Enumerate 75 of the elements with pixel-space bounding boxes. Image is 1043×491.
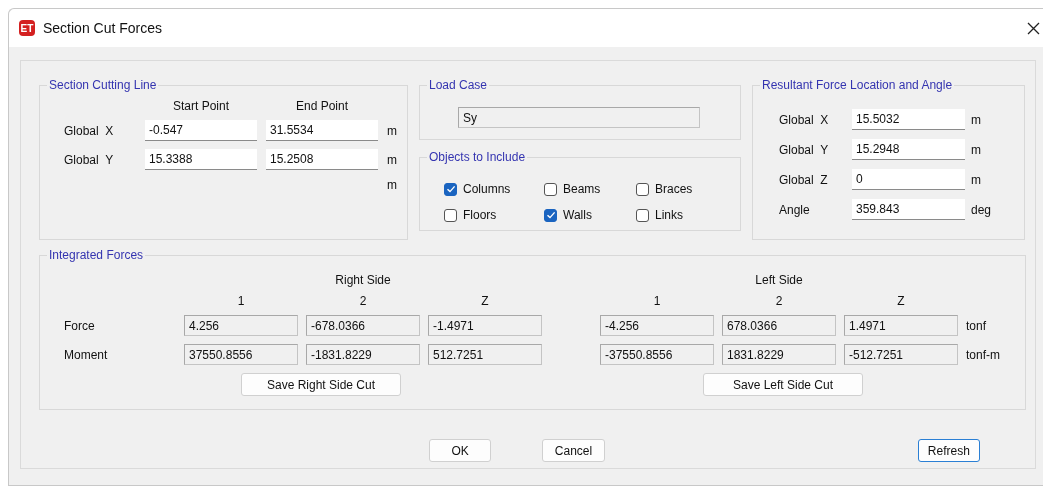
readonly-field[interactable]: 678.0366 xyxy=(722,315,836,336)
unit-label: m xyxy=(387,178,398,192)
readonly-field[interactable]: 1831.8229 xyxy=(722,344,836,365)
unit-label: tonf xyxy=(966,318,987,333)
row-label: Moment xyxy=(64,347,109,362)
close-icon[interactable] xyxy=(1027,21,1040,35)
checkbox[interactable] xyxy=(636,208,649,222)
unit-label: m xyxy=(971,172,982,187)
checkbox-label[interactable]: Floors xyxy=(463,208,497,222)
field-label: Global Y xyxy=(64,152,115,167)
column-header: 1 xyxy=(652,295,662,307)
field-label: Angle xyxy=(779,202,811,217)
group-title: Section Cutting Line xyxy=(47,78,159,92)
readonly-field[interactable]: -1.4971 xyxy=(428,315,542,336)
unit-label: m xyxy=(971,112,982,127)
column-header: Start Point xyxy=(172,100,230,112)
checkbox[interactable] xyxy=(636,182,649,196)
checkbox[interactable] xyxy=(444,208,457,222)
field-label: Global X xyxy=(64,123,115,138)
checkbox[interactable] xyxy=(544,208,557,222)
unit-label: m xyxy=(971,142,982,157)
readonly-field[interactable]: -1831.8229 xyxy=(306,344,420,365)
field-label: Global X xyxy=(779,112,830,127)
group-title: Integrated Forces xyxy=(47,248,146,262)
side-title: Right Side xyxy=(334,273,392,287)
checkbox[interactable] xyxy=(444,182,457,196)
readonly-field[interactable]: 37550.8556 xyxy=(184,344,298,365)
group-title: Resultant Force Location and Angle xyxy=(760,78,955,92)
checkbox-label[interactable]: Braces xyxy=(655,182,693,196)
input-field[interactable]: 15.2508 xyxy=(266,149,378,170)
input-field[interactable]: -0.547 xyxy=(145,120,257,141)
readonly-field[interactable]: -512.7251 xyxy=(844,344,958,365)
dialog-button[interactable]: Cancel xyxy=(542,439,605,462)
readonly-field[interactable]: 512.7251 xyxy=(428,344,542,365)
window-title: Section Cut Forces xyxy=(43,20,164,36)
column-header: End Point xyxy=(294,100,349,112)
app-logo: ET xyxy=(19,20,35,36)
checkbox-label[interactable]: Columns xyxy=(463,182,511,196)
input-field[interactable]: 15.2948 xyxy=(852,139,965,160)
column-header: Z xyxy=(896,295,906,307)
checkmark-icon xyxy=(445,184,456,194)
input-field[interactable]: 359.843 xyxy=(852,199,965,220)
unit-label: m xyxy=(387,152,398,167)
field-label: Global Z xyxy=(779,172,829,187)
group-title: Load Case xyxy=(427,78,490,92)
column-header: 2 xyxy=(358,295,368,307)
readonly-field[interactable]: -37550.8556 xyxy=(600,344,714,365)
readonly-field[interactable]: Sy xyxy=(458,107,700,128)
row-label: Force xyxy=(64,318,96,333)
input-field[interactable]: 0 xyxy=(852,169,965,190)
readonly-field[interactable]: 4.256 xyxy=(184,315,298,336)
save-cut-button[interactable]: Save Right Side Cut xyxy=(241,373,401,396)
column-header: 1 xyxy=(236,295,246,307)
checkbox[interactable] xyxy=(544,182,557,196)
readonly-field[interactable]: -4.256 xyxy=(600,315,714,336)
readonly-field[interactable]: -678.0366 xyxy=(306,315,420,336)
checkbox-label[interactable]: Links xyxy=(655,208,683,222)
column-header: 2 xyxy=(774,295,784,307)
input-field[interactable]: 15.5032 xyxy=(852,109,965,130)
dialog-button[interactable]: OK xyxy=(429,439,492,462)
dialog-button[interactable]: Refresh xyxy=(917,439,980,462)
unit-label: deg xyxy=(971,202,993,217)
checkbox-label[interactable]: Beams xyxy=(563,182,601,196)
column-header: Z xyxy=(480,295,490,307)
input-field[interactable]: 15.3388 xyxy=(145,149,257,170)
checkbox-label[interactable]: Walls xyxy=(563,208,592,222)
unit-label: tonf-m xyxy=(966,347,1001,362)
readonly-field[interactable]: 1.4971 xyxy=(844,315,958,336)
save-cut-button[interactable]: Save Left Side Cut xyxy=(703,373,863,396)
input-field[interactable]: 31.5534 xyxy=(266,120,378,141)
checkmark-icon xyxy=(545,210,556,220)
unit-label: m xyxy=(387,123,398,138)
field-label: Global Y xyxy=(779,142,830,157)
side-title: Left Side xyxy=(754,273,804,287)
group-title: Objects to Include xyxy=(427,150,528,164)
